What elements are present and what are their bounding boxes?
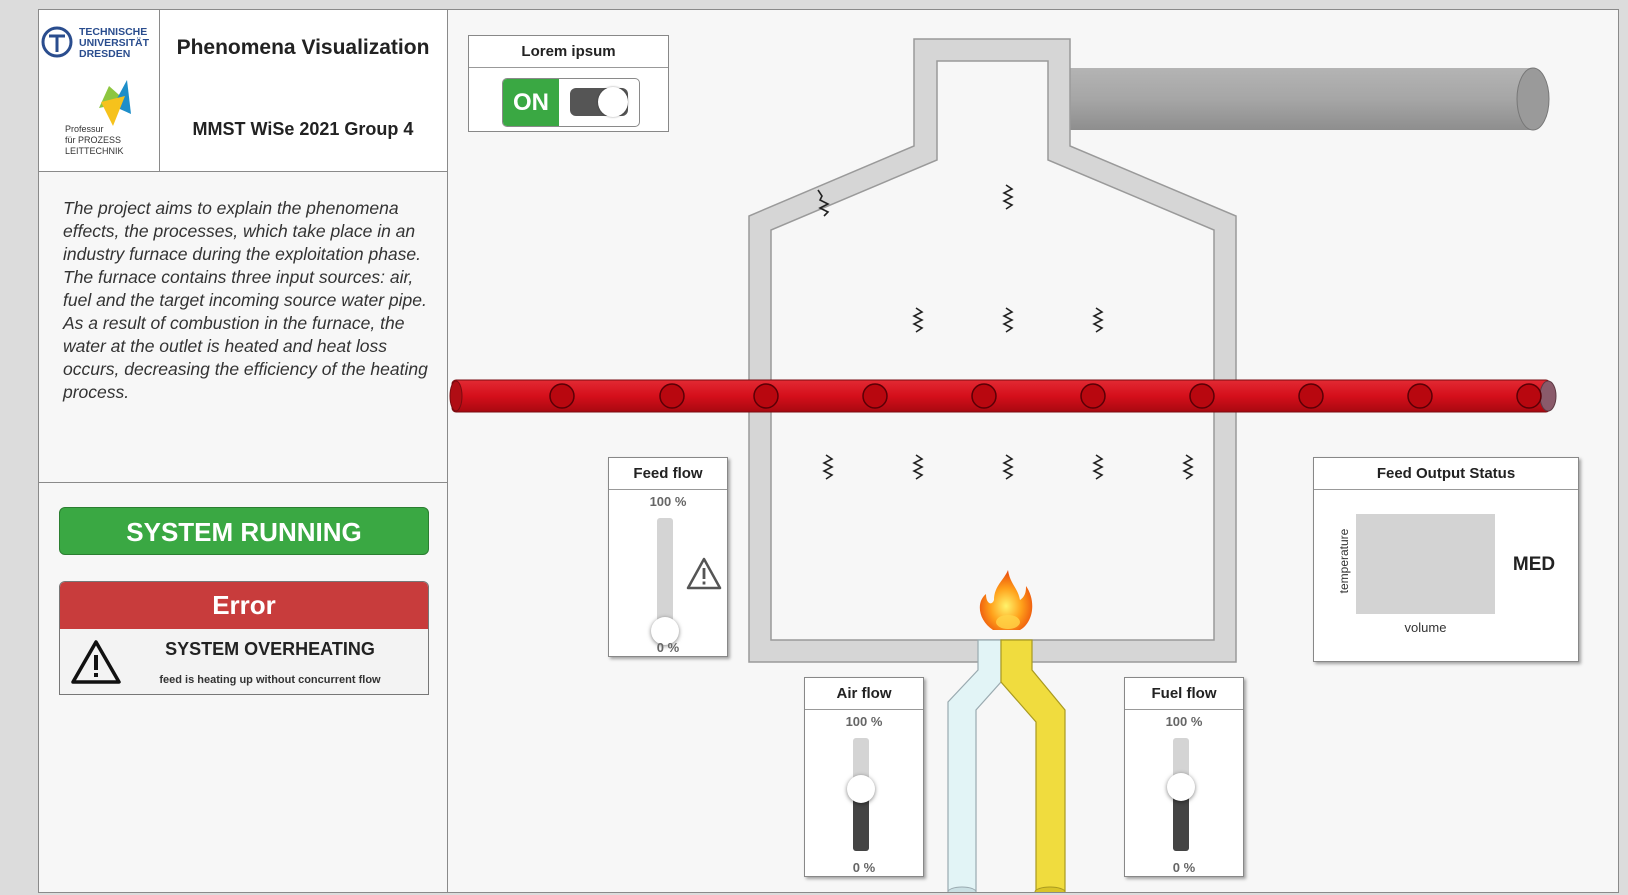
status-plot-area bbox=[1356, 514, 1495, 614]
error-title: Error bbox=[60, 582, 428, 629]
chair-line2: für PROZESS bbox=[65, 135, 121, 145]
fuel-inlet-pipe bbox=[1000, 639, 1066, 892]
page-subtitle: MMST WiSe 2021 Group 4 bbox=[192, 119, 414, 139]
description-paragraph: The project aims to explain the phenomen… bbox=[63, 198, 422, 264]
water-pipe bbox=[449, 379, 1557, 413]
plt-logo-icon bbox=[99, 80, 131, 126]
status-badge: SYSTEM RUNNING bbox=[59, 507, 429, 555]
project-description: The project aims to explain the phenomen… bbox=[63, 197, 433, 404]
air-flow-slider-knob[interactable] bbox=[847, 774, 875, 803]
tu-dresden-logo: TECHNISCHE UNIVERSITÄT DRESDEN Professur… bbox=[41, 26, 150, 156]
description-paragraph: The furnace contains three input sources… bbox=[63, 267, 427, 310]
fuel-flow-widget: Fuel flow 100 % 0 % bbox=[1124, 677, 1244, 877]
air-flow-min-label: 0 % bbox=[852, 860, 876, 875]
air-flow-max-label: 100 % bbox=[845, 714, 883, 729]
air-inlet-pipe bbox=[947, 639, 1002, 892]
toggle-widget: Lorem ipsum ON bbox=[468, 35, 669, 132]
heat-wave-icon bbox=[1092, 307, 1104, 333]
flame-icon bbox=[979, 570, 1033, 630]
header: TECHNISCHE UNIVERSITÄT DRESDEN Professur… bbox=[39, 10, 447, 172]
fuel-flow-min-label: 0 % bbox=[1172, 860, 1196, 875]
heat-wave-icon bbox=[1182, 454, 1194, 480]
furnace-wall bbox=[748, 38, 1237, 663]
power-toggle[interactable]: ON bbox=[502, 78, 640, 127]
air-flow-widget: Air flow 100 % 0 % bbox=[804, 677, 924, 877]
heat-wave-icon bbox=[822, 454, 834, 480]
error-message: SYSTEM OVERHEATING bbox=[165, 639, 375, 659]
status-level-value: MED bbox=[1512, 554, 1556, 575]
heat-wave-icon bbox=[912, 454, 924, 480]
fuel-flow-slider-knob[interactable] bbox=[1167, 772, 1195, 801]
furnace-diagram bbox=[449, 38, 1557, 892]
fuel-flow-title: Fuel flow bbox=[1125, 678, 1243, 710]
exhaust-pipe bbox=[1048, 67, 1550, 131]
feed-flow-max-label: 100 % bbox=[649, 494, 687, 509]
tu-name-line3: DRESDEN bbox=[79, 48, 130, 60]
feed-output-status-title: Feed Output Status bbox=[1314, 458, 1578, 490]
chair-line3: LEITTECHNIK bbox=[65, 146, 124, 156]
page-title: Phenomena Visualization bbox=[176, 36, 430, 59]
chair-line1: Professur bbox=[65, 124, 104, 134]
info-panel: TECHNISCHE UNIVERSITÄT DRESDEN Professur… bbox=[38, 9, 448, 893]
feed-flow-title: Feed flow bbox=[609, 458, 727, 490]
logo-cell: TECHNISCHE UNIVERSITÄT DRESDEN Professur… bbox=[39, 10, 160, 171]
heat-wave-icon bbox=[1002, 184, 1014, 210]
x-axis-label: volume bbox=[1404, 620, 1447, 635]
toggle-state-label: ON bbox=[503, 79, 559, 126]
fuel-flow-max-label: 100 % bbox=[1165, 714, 1203, 729]
feed-flow-track[interactable] bbox=[657, 518, 673, 631]
air-flow-title: Air flow bbox=[805, 678, 923, 710]
description-paragraph: As a result of combustion in the furnace… bbox=[63, 313, 428, 402]
warning-icon bbox=[686, 557, 722, 590]
toggle-knob[interactable] bbox=[598, 87, 628, 117]
feed-flow-min-label: 0 % bbox=[656, 640, 680, 655]
heat-wave-icon bbox=[1002, 307, 1014, 333]
feed-flow-widget: Feed flow 100 % 0 % bbox=[608, 457, 728, 657]
process-panel: Lorem ipsum ON Feed flow 100 % 0 % Air f… bbox=[447, 9, 1619, 893]
heat-wave-icon bbox=[1092, 454, 1104, 480]
divider bbox=[39, 482, 447, 483]
error-panel: Error SYSTEM OVERHEATING feed is heating… bbox=[59, 581, 429, 695]
heat-wave-icon bbox=[912, 307, 924, 333]
y-axis-label: temperature bbox=[1337, 528, 1351, 594]
heat-waves bbox=[817, 184, 1194, 480]
warning-icon bbox=[71, 640, 121, 684]
heat-wave-icon bbox=[1002, 454, 1014, 480]
error-detail: feed is heating up without concurrent fl… bbox=[159, 674, 381, 686]
feed-output-status-widget: Feed Output Status temperature volume ME… bbox=[1313, 457, 1579, 662]
toggle-title: Lorem ipsum bbox=[469, 36, 668, 68]
